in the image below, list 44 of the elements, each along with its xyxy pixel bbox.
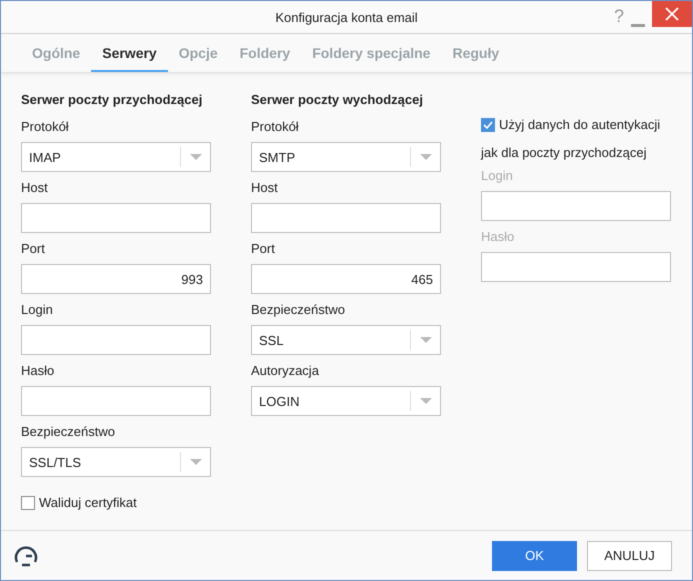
input-field[interactable]: 993 [21,264,211,294]
section-heading: Serwer poczty przychodzącej [21,91,204,109]
dropdown[interactable]: SSL [251,325,441,355]
tab[interactable]: Serwery [91,36,168,72]
caret-icon [420,398,432,404]
field-label: Protokół [251,118,300,136]
close-icon [665,7,679,21]
dropdown[interactable]: SMTP [251,142,441,172]
field-label: Login [21,301,54,319]
caret-icon [420,336,432,344]
field-label: Port [21,240,46,258]
field-label: Autoryzacja [251,362,320,380]
input-field[interactable] [21,325,211,355]
field-label: Hasło [21,362,56,380]
input-field[interactable] [21,386,211,416]
ok-button[interactable]: OK [492,540,577,570]
field-label: Host [251,179,279,197]
field-label: Bezpieczeństwo [251,301,346,319]
checkbox[interactable] [481,118,495,132]
cancel-button[interactable]: ANULUJ [587,540,672,570]
minimize-icon [631,24,645,27]
close-button[interactable] [652,1,692,27]
caret-icon [420,154,432,160]
checkbox-label: Waliduj certyfikat [39,495,137,510]
checkbox-label: Użyj danych do autentykacji [499,117,660,132]
dropdown[interactable]: IMAP [21,142,211,172]
field-label: Host [21,179,49,197]
speedometer-icon[interactable] [13,544,39,566]
note-text: jak dla poczty przychodzącej [481,145,648,160]
input-field[interactable] [251,203,441,233]
field-label: Protokół [21,118,70,136]
field-label: Login [481,167,514,185]
checkbox[interactable] [21,496,35,510]
field-label: Hasło [481,228,516,246]
section-heading: Serwer poczty wychodzącej [251,91,424,109]
input-field[interactable]: 465 [251,264,441,294]
input-field[interactable] [21,203,211,233]
caret-icon [190,154,202,160]
field-label: Port [251,240,276,258]
caret-icon [190,458,202,466]
dropdown[interactable]: SSL/TLS [21,447,211,477]
window-title: Konfiguracja konta email [275,10,418,24]
dropdown[interactable]: LOGIN [251,386,441,416]
field-label: Bezpieczeństwo [21,423,116,441]
